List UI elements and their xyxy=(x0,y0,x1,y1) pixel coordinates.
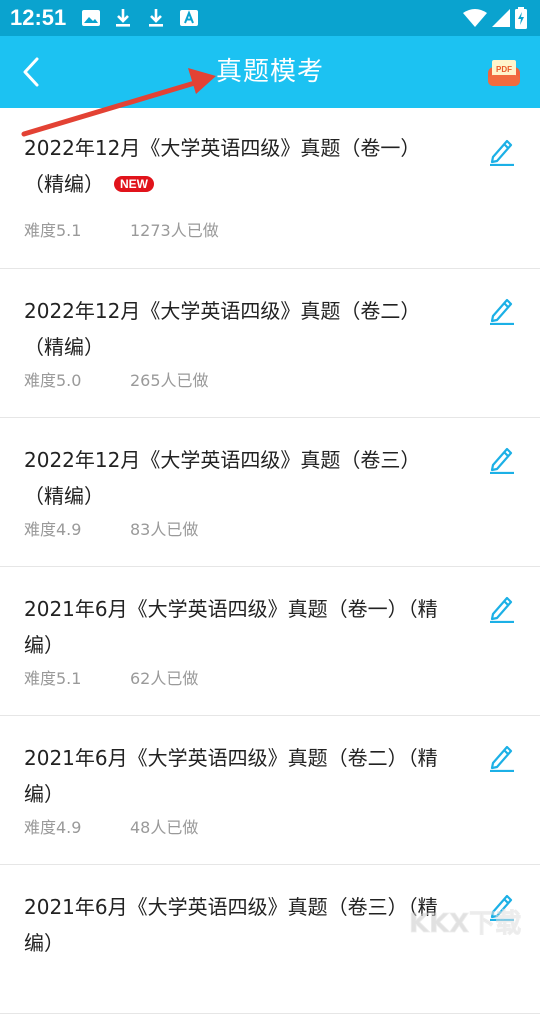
exam-title: 2021年6月《大学英语四级》真题（卷三）（精编） xyxy=(24,889,444,961)
done-count: 83人已做 xyxy=(130,520,198,539)
start-exam-button[interactable] xyxy=(488,742,516,772)
exam-title: 2022年12月《大学英语四级》真题（卷三）（精编） xyxy=(24,442,444,514)
pencil-icon xyxy=(488,593,516,623)
battery-charging-icon xyxy=(514,7,528,29)
done-count: 48人已做 xyxy=(130,818,198,837)
exam-meta: 难度5.0265人已做 xyxy=(24,371,209,391)
font-icon xyxy=(178,7,200,29)
difficulty-label: 难度5.1 xyxy=(24,669,130,689)
signal-icon xyxy=(490,7,512,29)
pencil-icon xyxy=(488,742,516,772)
new-badge: NEW xyxy=(114,176,154,192)
difficulty-label: 难度4.9 xyxy=(24,520,130,540)
list-item[interactable]: 2021年6月《大学英语四级》真题（卷二）（精编） 难度4.948人已做 xyxy=(0,716,540,865)
difficulty-label: 难度5.0 xyxy=(24,371,130,391)
start-exam-button[interactable] xyxy=(488,295,516,325)
download-icon xyxy=(112,7,134,29)
difficulty-label: 难度4.9 xyxy=(24,818,130,838)
exam-title-text: 2022年12月《大学英语四级》真题（卷一）（精编） xyxy=(24,136,420,196)
done-count: 265人已做 xyxy=(130,371,209,390)
exam-title: 2022年12月《大学英语四级》真题（卷二）（精编） xyxy=(24,293,444,365)
start-exam-button[interactable] xyxy=(488,136,516,166)
list-item[interactable]: 2022年12月《大学英语四级》真题（卷二）（精编） 难度5.0265人已做 xyxy=(0,269,540,418)
image-icon xyxy=(80,7,102,29)
list-item[interactable]: 2021年6月《大学英语四级》真题（卷一）（精编） 难度5.162人已做 xyxy=(0,567,540,716)
pdf-icon: PDF xyxy=(486,58,522,88)
start-exam-button[interactable] xyxy=(488,891,516,921)
status-bar: 12:51 xyxy=(0,0,540,36)
exam-meta: 难度4.948人已做 xyxy=(24,818,198,838)
list-item[interactable]: 2021年6月《大学英语四级》真题（卷三）（精编） xyxy=(0,865,540,1014)
done-count: 62人已做 xyxy=(130,669,198,688)
pencil-icon xyxy=(488,295,516,325)
pdf-label: PDF xyxy=(496,65,512,74)
status-time: 12:51 xyxy=(10,6,66,30)
list-item[interactable]: 2022年12月《大学英语四级》真题（卷三）（精编） 难度4.983人已做 xyxy=(0,418,540,567)
start-exam-button[interactable] xyxy=(488,593,516,623)
pencil-icon xyxy=(488,136,516,166)
exam-title: 2022年12月《大学英语四级》真题（卷一）（精编）NEW xyxy=(24,130,444,202)
pencil-icon xyxy=(488,444,516,474)
pdf-button[interactable]: PDF xyxy=(486,58,522,88)
difficulty-label: 难度5.1 xyxy=(24,221,130,241)
exam-title: 2021年6月《大学英语四级》真题（卷二）（精编） xyxy=(24,740,444,812)
list-item[interactable]: 2022年12月《大学英语四级》真题（卷一）（精编）NEW 难度5.11273人… xyxy=(0,108,540,269)
exam-title: 2021年6月《大学英语四级》真题（卷一）（精编） xyxy=(24,591,444,663)
wifi-icon xyxy=(462,7,488,29)
app-bar: 真题模考 PDF xyxy=(0,36,540,108)
exam-meta: 难度4.983人已做 xyxy=(24,520,198,540)
page-title: 真题模考 xyxy=(0,54,540,90)
exam-meta: 难度5.162人已做 xyxy=(24,669,198,689)
done-count: 1273人已做 xyxy=(130,221,219,240)
download-icon xyxy=(145,7,167,29)
exam-list: 2022年12月《大学英语四级》真题（卷一）（精编）NEW 难度5.11273人… xyxy=(0,108,540,1014)
pencil-icon xyxy=(488,891,516,921)
exam-meta: 难度5.11273人已做 xyxy=(24,221,219,241)
start-exam-button[interactable] xyxy=(488,444,516,474)
